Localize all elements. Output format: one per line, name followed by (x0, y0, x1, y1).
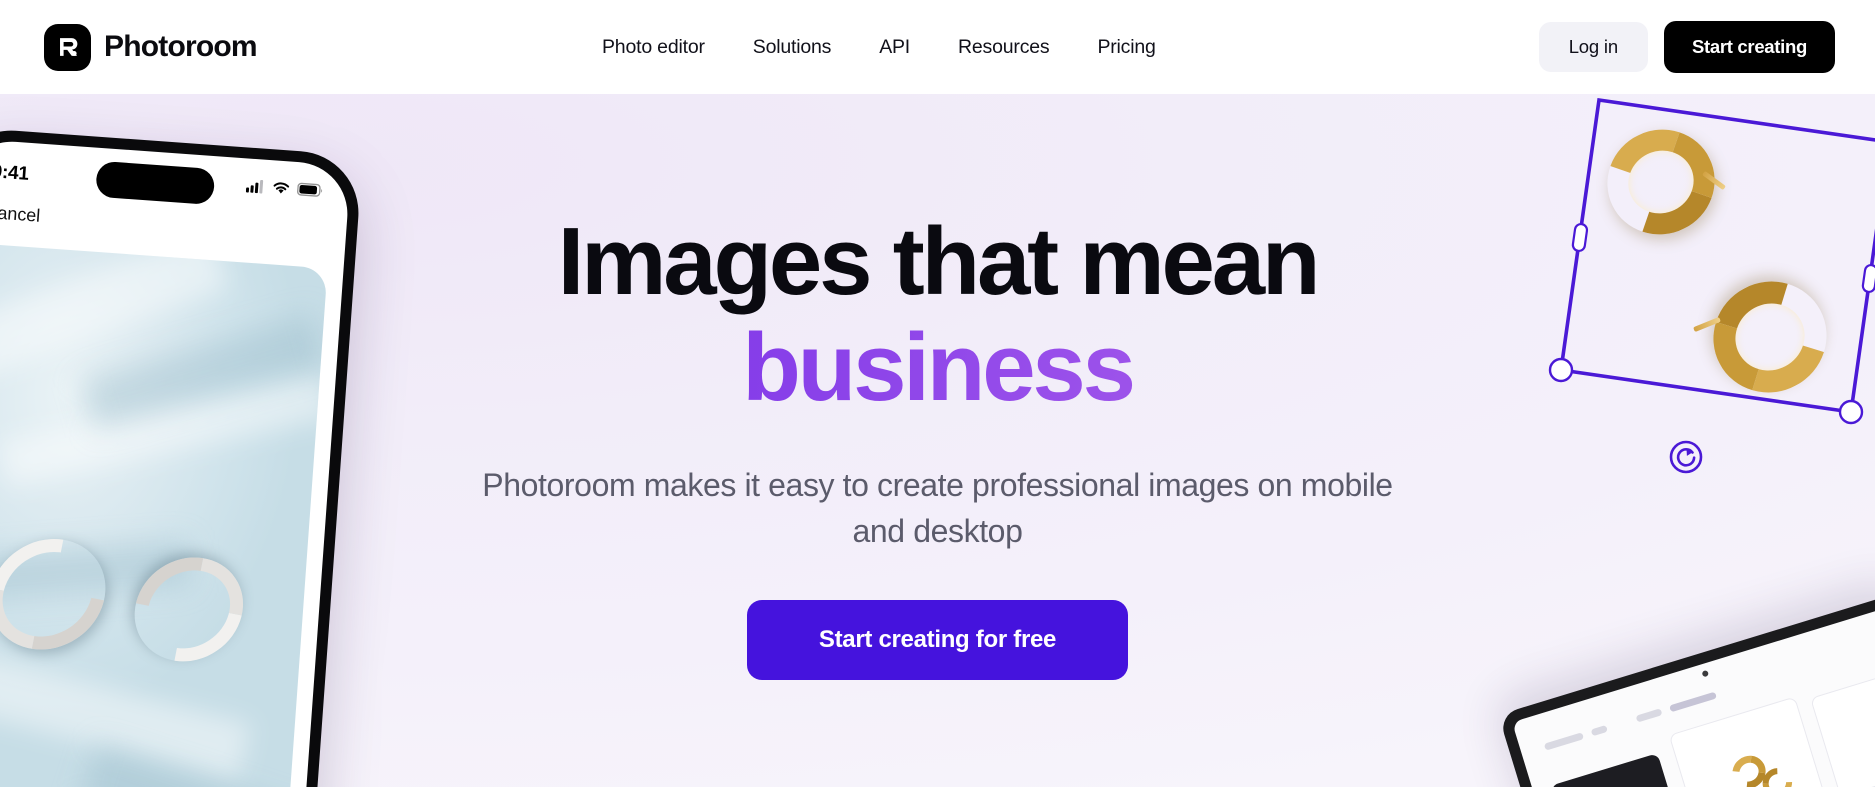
brand-logo[interactable]: Photoroom (44, 23, 258, 71)
nav-item-api[interactable]: API (855, 28, 934, 67)
battery-icon (296, 182, 323, 197)
cellular-signal-icon (245, 179, 264, 194)
hero-subheadline: Photoroom makes it easy to create profes… (482, 467, 1393, 549)
headline-line-1: Images that mean (557, 208, 1321, 315)
rotate-icon (1669, 440, 1703, 474)
nav-item-pricing[interactable]: Pricing (1073, 28, 1179, 67)
selection-bounding-box (1548, 97, 1875, 474)
phone-cancel-button[interactable]: Cancel (0, 202, 41, 227)
nav-item-photo-editor[interactable]: Photo editor (578, 28, 729, 67)
start-creating-button[interactable]: Start creating (1663, 21, 1835, 73)
wifi-icon (273, 182, 290, 194)
laptop-canvas-tile-dark (1550, 753, 1686, 787)
phone-photo-preview (0, 242, 328, 787)
start-creating-for-free-button[interactable]: Start creating for free (746, 600, 1129, 681)
selection-overlay (1491, 94, 1875, 502)
phone-screen: 9:41 Cancel (0, 138, 351, 787)
main-navigation: Photo editor Solutions API Resources Pri… (578, 28, 1180, 67)
site-header: Photoroom Photo editor Solutions API Res… (0, 0, 1875, 94)
edge-resize-handle-right (1861, 263, 1875, 294)
corner-resize-handle-bottom-right (1838, 399, 1864, 425)
earring-left (0, 516, 127, 672)
hero-section: 9:41 Cancel Images that mean business Ph… (0, 94, 1875, 787)
log-in-button[interactable]: Log in (1538, 22, 1648, 72)
photoroom-logo-icon (44, 23, 91, 71)
nav-item-resources[interactable]: Resources (934, 28, 1073, 67)
edge-resize-handle-left (1571, 222, 1589, 253)
brand-name: Photoroom (104, 30, 258, 63)
nav-item-solutions[interactable]: Solutions (729, 28, 855, 67)
status-bar-time: 9:41 (0, 161, 30, 185)
laptop-canvas-tile-side (1810, 670, 1875, 787)
corner-resize-handle-bottom-left (1548, 357, 1574, 383)
phone-mockup: 9:41 Cancel (0, 126, 363, 787)
header-actions: Log in Start creating (1538, 21, 1835, 73)
laptop-canvas-tile-product (1668, 696, 1830, 787)
laptop-camera-icon (1701, 669, 1710, 678)
